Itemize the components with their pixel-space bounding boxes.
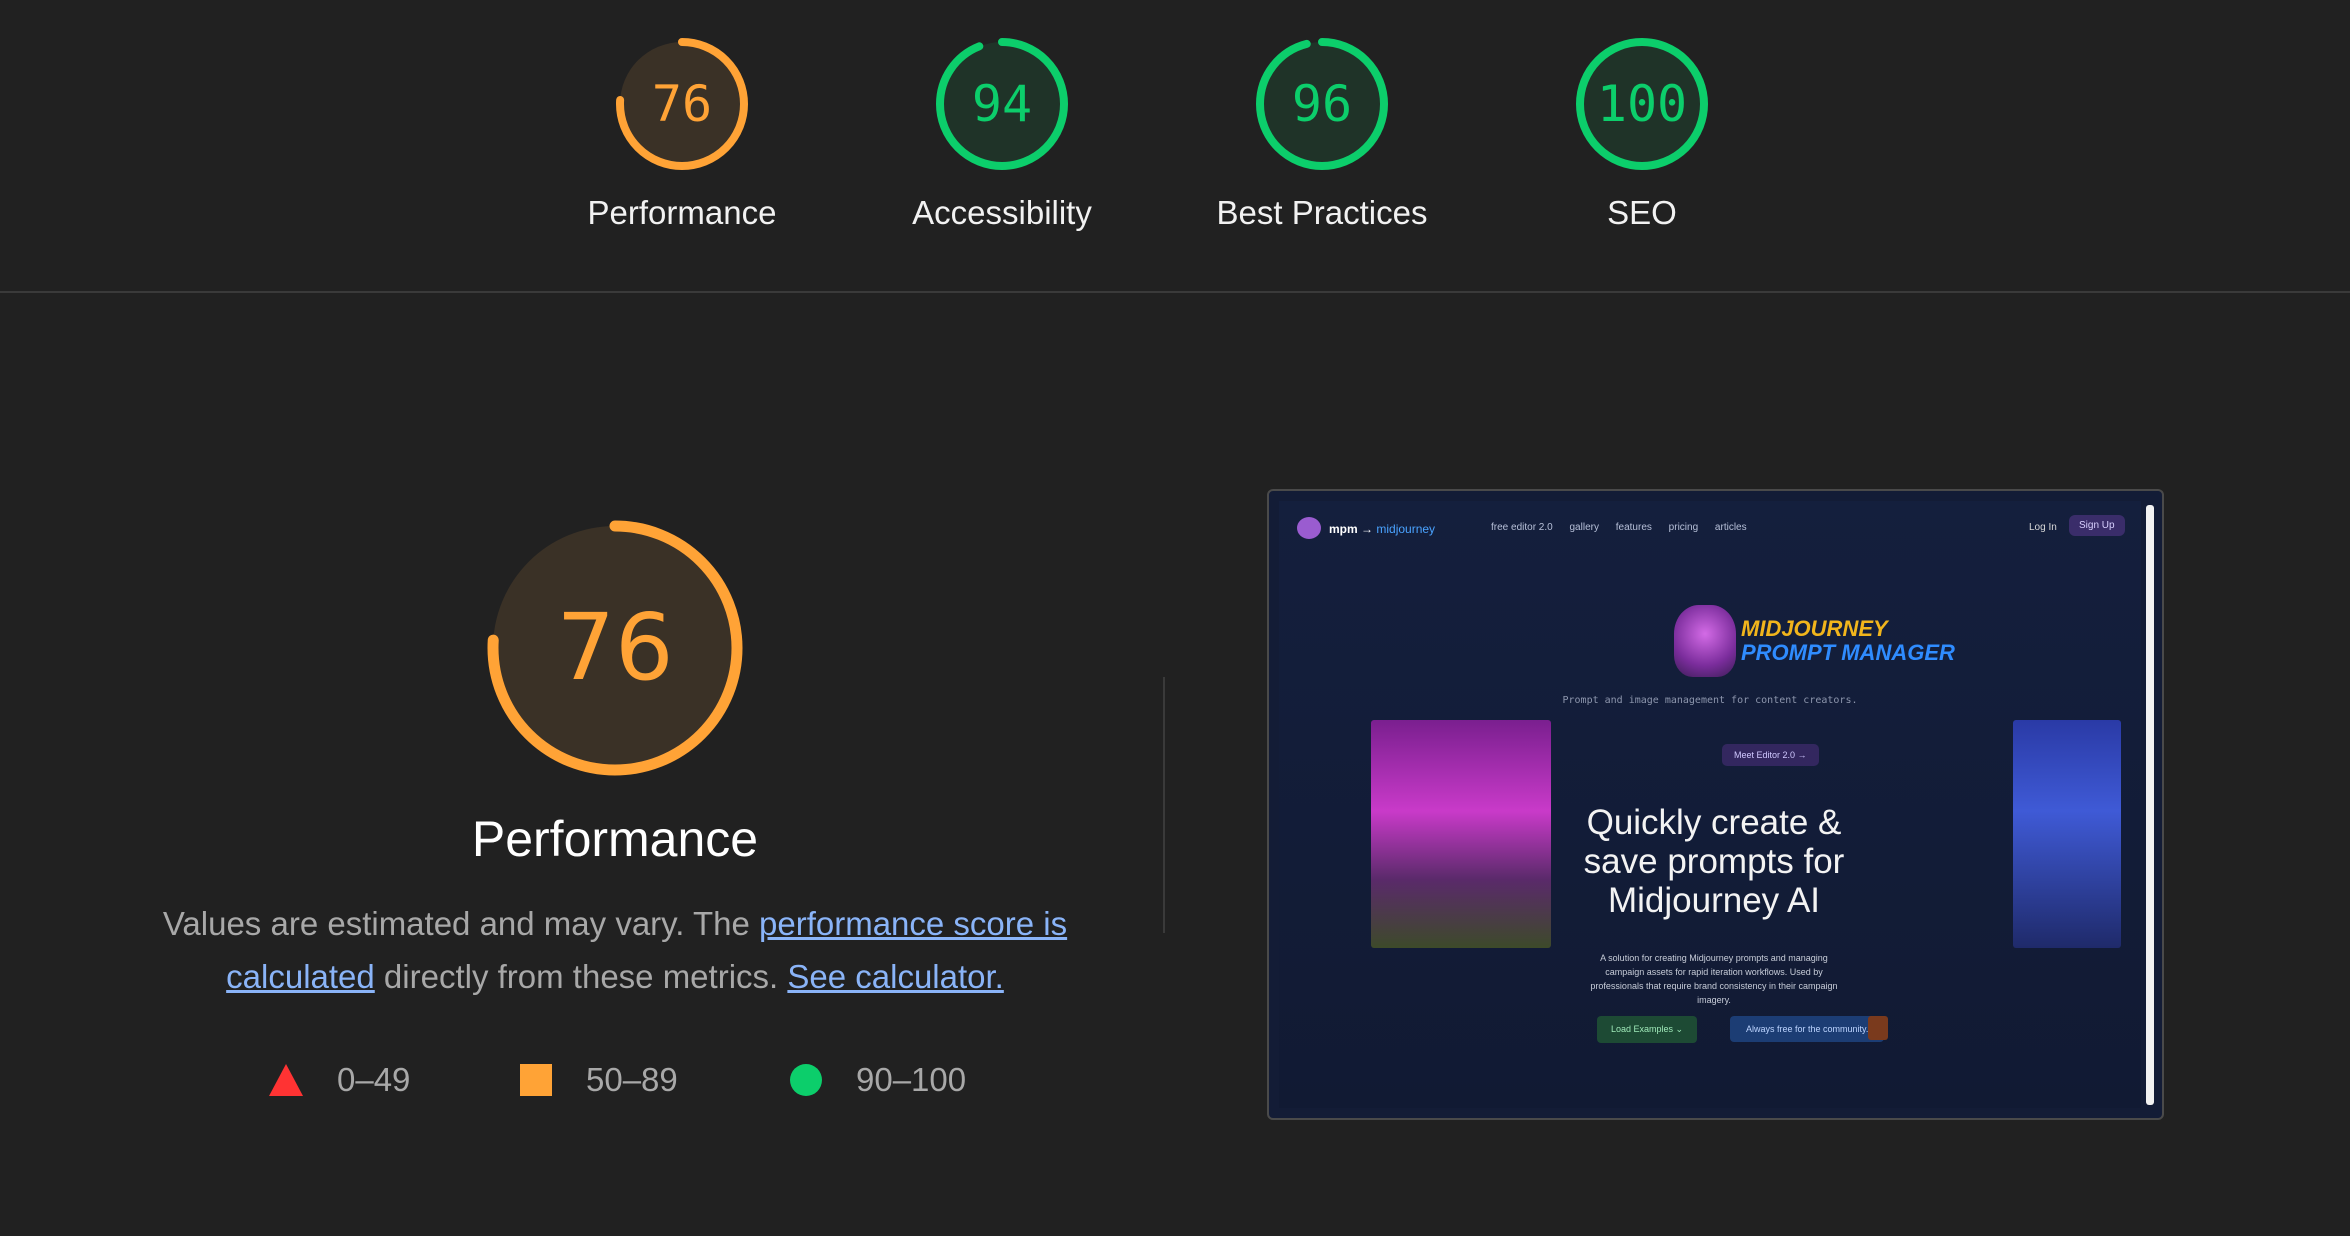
desc-text: Values are estimated and may vary. The [162, 905, 759, 942]
blue-temple-image [2013, 720, 2121, 948]
screenshot-brand: mpm → midjourney [1329, 522, 1436, 536]
legend-range: 90–100 [856, 1061, 967, 1098]
triangle-icon [269, 1064, 303, 1096]
gauge-label: SEO [1607, 194, 1677, 231]
nav-link: free editor 2.0 [1491, 522, 1553, 533]
legend-item-average: 50–89 [520, 1055, 678, 1105]
final-screenshot[interactable]: mpm → midjourney free editor 2.0 gallery… [1267, 489, 2164, 1120]
legend-item-fail: 0–49 [269, 1055, 410, 1105]
see-calculator-link[interactable]: See calculator. [787, 958, 1003, 995]
performance-description: Values are estimated and may vary. The p… [130, 897, 1100, 1003]
nav-link: gallery [1569, 522, 1599, 533]
gauge-accessibility[interactable]: 94 Accessibility [882, 36, 1122, 232]
screenshot-signup: Sign Up [2069, 515, 2125, 536]
screenshot-tagline: Prompt and image management for content … [1562, 695, 1858, 706]
screenshot-scrollbar [2146, 505, 2154, 1105]
divider [0, 291, 2350, 293]
gauge-label: Accessibility [912, 194, 1092, 231]
nav-link: features [1615, 522, 1652, 533]
screenshot-extra-button [1868, 1016, 1888, 1040]
ninja-mascot-icon [1674, 605, 1736, 677]
nav-link: pricing [1668, 522, 1699, 533]
screenshot-always-free: Always free for the community. [1730, 1016, 1885, 1042]
gauge-score: 96 [1291, 75, 1353, 133]
circle-icon [790, 1064, 822, 1096]
gauge-score: 100 [1596, 75, 1688, 133]
score-legend: 0–49 50–89 90–100 [0, 1055, 1230, 1105]
gauge-performance[interactable]: 76 Performance [562, 36, 802, 232]
legend-range: 50–89 [586, 1061, 678, 1098]
screenshot-page: mpm → midjourney free editor 2.0 gallery… [1279, 501, 2141, 1108]
performance-title: Performance [471, 811, 759, 867]
screenshot-nav-links: free editor 2.0 gallery features pricing… [1491, 522, 1761, 533]
nav-link: articles [1714, 522, 1747, 533]
square-icon [520, 1064, 552, 1096]
ninja-logo-icon [1297, 517, 1321, 539]
performance-score: 76 [556, 594, 674, 701]
gauge-label: Performance [587, 194, 777, 231]
screenshot-navbar: mpm → midjourney free editor 2.0 gallery… [1279, 501, 2141, 551]
desc-text: directly from these metrics. [374, 958, 788, 995]
gauge-best-practices[interactable]: 96 Best Practices [1202, 36, 1442, 232]
gauge-score: 94 [971, 75, 1033, 133]
screenshot-load-examples: Load Examples ⌄ [1597, 1016, 1698, 1043]
legend-range: 0–49 [337, 1061, 411, 1098]
gauge-label: Best Practices [1216, 194, 1428, 231]
performance-gauge: 76 [483, 516, 747, 780]
screenshot-login: Log In [2029, 522, 2057, 533]
screenshot-subtext: A solution for creating Midjourney promp… [1590, 953, 1838, 1005]
vertical-divider [1163, 677, 1165, 933]
gauge-score: 76 [651, 75, 713, 133]
screenshot-logo-text: MIDJOURNEY PROMPT MANAGER [1741, 616, 1955, 665]
screenshot-meet-editor: Meet Editor 2.0 → [1722, 744, 1819, 766]
category-scores: 76 Performance 94 Accessibility 96 Best … [0, 0, 2350, 291]
screenshot-headline: Quickly create & save prompts for Midjou… [1583, 803, 1845, 920]
forest-samurai-image [1371, 720, 1551, 948]
legend-item-pass: 90–100 [790, 1055, 966, 1105]
gauge-seo[interactable]: 100 SEO [1522, 36, 1762, 232]
